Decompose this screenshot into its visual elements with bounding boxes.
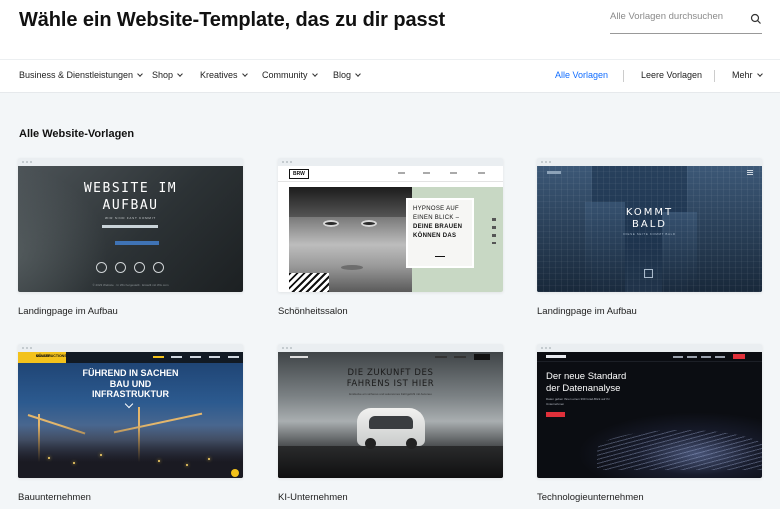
browser-bar: [537, 344, 762, 352]
chevron-down-icon: [177, 71, 183, 77]
badge-icon: [231, 469, 239, 477]
nav-shop[interactable]: Shop: [152, 70, 183, 80]
nav-all-templates[interactable]: Alle Vorlagen: [555, 70, 608, 80]
preview-logo: MÜLLER CONSTRUCTIONS: [18, 352, 67, 363]
template-name[interactable]: KI-Unternehmen: [278, 492, 348, 503]
preview-input: [102, 225, 158, 228]
template-thumbnail[interactable]: WEBSITE IM AUFBAU WIR SIND FAST KOMMIT © …: [18, 158, 243, 292]
nav-divider: [623, 70, 624, 82]
browser-bar: [278, 344, 503, 352]
preview-cta: [546, 412, 565, 417]
template-thumbnail[interactable]: KOMMT BALD DIESE SEITE KOMMT BALD: [537, 158, 762, 292]
page-title: Wähle ein Website-Template, das zu dir p…: [19, 9, 446, 31]
template-preview: MÜLLER CONSTRUCTIONS FÜHREND IN SACHEN BAU…: [18, 352, 243, 478]
template-thumbnail[interactable]: BRW HYPNOSE AUF EINEN BLICK – DEINE BRAUEN…: [278, 158, 503, 292]
template-preview: KOMMT BALD DIESE SEITE KOMMT BALD: [537, 166, 762, 292]
preview-headline: Der neue Standard der Datenanalyse: [546, 371, 627, 394]
nav-business[interactable]: Business & Dienstleistungen: [19, 70, 143, 80]
template-name[interactable]: Schönheitssalon: [278, 306, 348, 317]
template-name[interactable]: Landingpage im Aufbau: [537, 306, 637, 317]
arrow-icon: [435, 256, 445, 257]
template-thumbnail[interactable]: DIE ZUKUNFT DES FAHRENS IST HIER Entdecke…: [278, 344, 503, 478]
nav-label: Mehr: [732, 70, 753, 80]
preview-footer: © 2023 Website · In Wix hergestellt · Er…: [92, 283, 169, 287]
browser-bar: [18, 158, 243, 166]
section-title: Alle Website-Vorlagen: [19, 128, 135, 140]
nav-divider: [714, 70, 715, 82]
preview-headline: WEBSITE IM AUFBAU: [83, 181, 178, 213]
nav-label: Business & Dienstleistungen: [19, 70, 134, 80]
template-thumbnail[interactable]: Der neue Standard der Datenanalyse Daten …: [537, 344, 762, 478]
chevron-down-icon: [355, 71, 361, 77]
header: Wähle ein Website-Template, das zu dir p…: [0, 0, 780, 60]
template-name[interactable]: Landingpage im Aufbau: [18, 306, 118, 317]
preview-logo: [547, 171, 561, 174]
scroll-icon: [644, 269, 653, 278]
preview-photo: [289, 187, 412, 292]
template-name[interactable]: Technologieunternehmen: [537, 492, 644, 503]
preview-car-image: [357, 408, 425, 449]
browser-bar: [278, 158, 503, 166]
preview-button: [115, 241, 159, 245]
preview-logo: [290, 356, 308, 358]
preview-subline: WIR SIND FAST KOMMIT: [105, 216, 156, 220]
preview-text-box: HYPNOSE AUF EINEN BLICK – DEINE BRAUEN KÖNN…: [406, 198, 474, 268]
template-preview: WEBSITE IM AUFBAU WIR SIND FAST KOMMIT © …: [18, 166, 243, 292]
preview-headline: KOMMT BALD: [625, 207, 674, 230]
social-icons: [492, 218, 496, 244]
search-icon[interactable]: [750, 13, 762, 25]
nav-blog[interactable]: Blog: [333, 70, 361, 80]
chevron-down-icon: [241, 71, 248, 77]
template-name[interactable]: Bauunternehmen: [18, 492, 91, 503]
preview-button: [474, 354, 490, 360]
browser-bar: [537, 158, 762, 166]
preview-subline: Daten geben Ihnen einen 360 Grad-Blick a…: [546, 397, 610, 406]
nav-label: Shop: [152, 70, 174, 80]
nav-label: Community: [262, 70, 308, 80]
facebook-icon: [96, 262, 107, 273]
category-nav: Business & Dienstleistungen Shop Kreativ…: [0, 60, 780, 93]
preview-subline: DIESE SEITE KOMMT BALD: [623, 232, 676, 236]
nav-community[interactable]: Community: [262, 70, 318, 80]
template-preview: BRW HYPNOSE AUF EINEN BLICK – DEINE BRAUEN…: [278, 166, 503, 292]
nav-more[interactable]: Mehr: [732, 70, 763, 80]
preview-headline: FÜHREND IN SACHEN BAU UND INFRASTRUKTUR: [82, 368, 179, 399]
search-box[interactable]: [610, 8, 762, 34]
nav-blank-templates[interactable]: Leere Vorlagen: [641, 70, 702, 80]
chevron-down-icon: [311, 71, 318, 77]
chevron-down-icon: [137, 71, 143, 77]
template-preview: Der neue Standard der Datenanalyse Daten …: [537, 352, 762, 478]
chevron-down-icon: [756, 71, 763, 77]
nav-kreatives[interactable]: Kreatives: [200, 70, 248, 80]
nav-label: Blog: [333, 70, 352, 80]
template-gallery: Alle Website-Vorlagen WEBSITE IM AUFBAU W…: [0, 93, 780, 509]
nav-label: Kreatives: [200, 70, 238, 80]
linkedin-icon: [115, 262, 126, 273]
template-thumbnail[interactable]: MÜLLER CONSTRUCTIONS FÜHREND IN SACHEN BAU…: [18, 344, 243, 478]
preview-logo: [546, 355, 566, 358]
instagram-icon: [134, 262, 145, 273]
preview-logo: BRW: [289, 169, 309, 179]
preview-button: [733, 354, 745, 359]
browser-bar: [18, 344, 243, 352]
search-input[interactable]: [610, 11, 745, 22]
twitter-icon: [153, 262, 164, 273]
preview-subline: Entdecke ein sicheres und autonomes Fahr…: [349, 392, 432, 396]
chevron-down-icon: [124, 399, 134, 409]
menu-icon: [747, 170, 753, 175]
template-preview: DIE ZUKUNFT DES FAHRENS IST HIER Entdecke…: [278, 352, 503, 478]
preview-headline: DIE ZUKUNFT DES FAHRENS IST HIER: [346, 368, 435, 389]
